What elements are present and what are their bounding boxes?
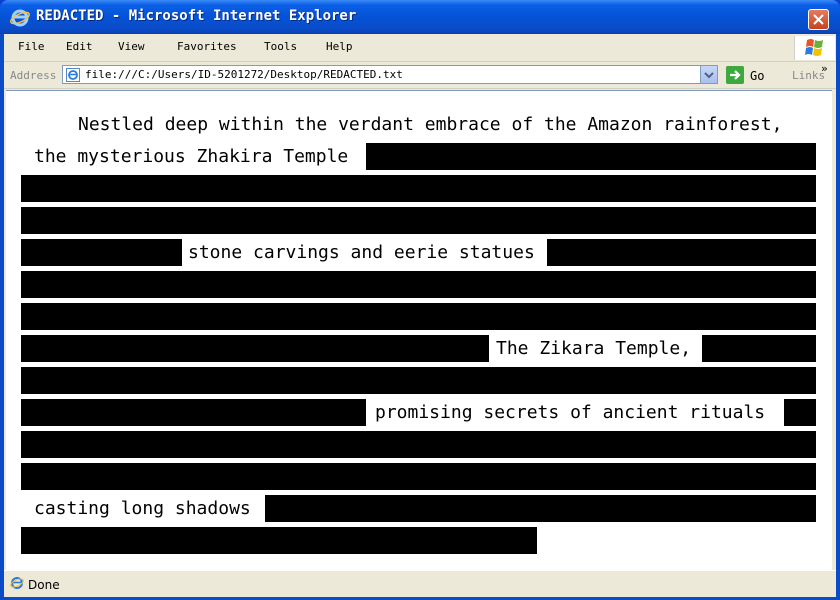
text-line: Nestled deep within the verdant embrace …: [6, 111, 832, 139]
text-line: casting long shadows: [6, 495, 832, 523]
text-line: [6, 431, 832, 459]
text-line: [6, 527, 832, 555]
text-fragment: the mysterious Zhakira Temple: [34, 146, 349, 167]
redaction-block: [366, 143, 816, 170]
text-line: [6, 463, 832, 491]
redaction-block: [21, 527, 537, 554]
text-line: The Zikara Temple,: [6, 335, 832, 363]
menu-tools[interactable]: Tools: [264, 40, 297, 53]
status-bar: Done: [4, 570, 836, 597]
text-line: [6, 175, 832, 203]
text-fragment: promising secrets of ancient rituals: [375, 402, 766, 423]
menu-file[interactable]: File: [18, 40, 45, 53]
redaction-block: [547, 239, 816, 266]
address-bar: Address file:///C:/Users/ID-5201272/Desk…: [4, 62, 836, 89]
text-line: promising secrets of ancient rituals: [6, 399, 832, 427]
go-button[interactable]: Go: [724, 65, 774, 85]
status-text: Done: [28, 578, 60, 592]
text-line: stone carvings and eerie statues: [6, 239, 832, 267]
address-dropdown[interactable]: [700, 66, 717, 83]
windows-logo-icon: [805, 39, 823, 56]
redaction-block: [265, 495, 816, 522]
ie-page-icon: [66, 68, 80, 82]
text-fragment: The Zikara Temple,: [496, 338, 692, 359]
text-line: [6, 303, 832, 331]
redaction-block: [21, 207, 816, 234]
redaction-block: [21, 463, 816, 490]
redaction-block: [21, 303, 816, 330]
menu-bar: File Edit View Favorites Tools Help: [4, 34, 836, 62]
windows-logo: [794, 36, 835, 60]
redaction-block: [21, 335, 489, 362]
redaction-block: [21, 367, 816, 394]
redaction-block: [21, 239, 182, 266]
text-fragment: casting long shadows: [34, 498, 251, 519]
menu-favorites[interactable]: Favorites: [177, 40, 237, 53]
redaction-block: [702, 335, 816, 362]
redaction-block: [784, 399, 816, 426]
window-title: REDACTED - Microsoft Internet Explorer: [36, 8, 357, 24]
text-line: [6, 271, 832, 299]
chevron-right-icon[interactable]: »: [821, 62, 828, 75]
text-line: the mysterious Zhakira Temple: [6, 143, 832, 171]
close-button[interactable]: [808, 9, 829, 30]
close-icon: [813, 14, 824, 25]
go-label: Go: [750, 69, 765, 83]
address-label: Address: [10, 69, 57, 82]
ie-logo-icon: [10, 9, 30, 27]
menu-help[interactable]: Help: [326, 40, 353, 53]
text-fragment: stone carvings and eerie statues: [188, 242, 535, 263]
redaction-block: [21, 399, 366, 426]
text-line: [6, 207, 832, 235]
redaction-block: [21, 431, 816, 458]
go-arrow-icon: [726, 66, 744, 84]
ie-page-icon: [10, 577, 24, 589]
address-input[interactable]: file:///C:/Users/ID-5201272/Desktop/REDA…: [62, 65, 718, 84]
text-fragment: Nestled deep within the verdant embrace …: [78, 114, 783, 135]
chevron-down-icon: [704, 72, 714, 79]
browser-window: REDACTED - Microsoft Internet Explorer F…: [0, 0, 840, 600]
menu-view[interactable]: View: [118, 40, 145, 53]
document-view[interactable]: Nestled deep within the verdant embrace …: [6, 90, 832, 570]
address-url: file:///C:/Users/ID-5201272/Desktop/REDA…: [85, 68, 403, 81]
redaction-block: [21, 271, 816, 298]
text-line: [6, 367, 832, 395]
menu-edit[interactable]: Edit: [66, 40, 93, 53]
title-bar[interactable]: REDACTED - Microsoft Internet Explorer: [0, 0, 840, 34]
redaction-block: [21, 175, 816, 202]
